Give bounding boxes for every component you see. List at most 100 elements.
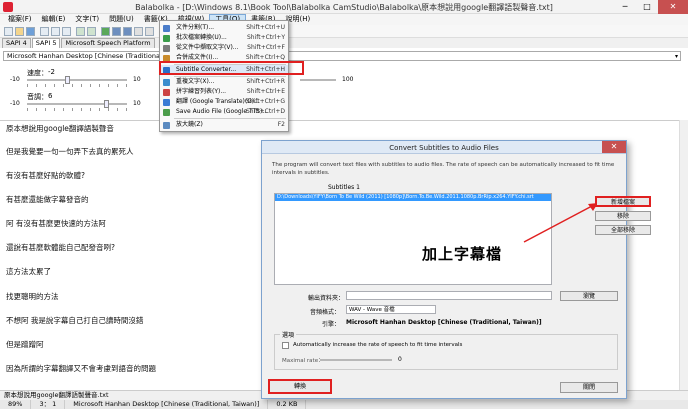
menu-edit[interactable]: 編輯(E): [37, 14, 71, 25]
add-file-button[interactable]: 新增檔案: [595, 196, 651, 207]
settings-icon[interactable]: [134, 27, 143, 36]
dialog-close-text-button[interactable]: 關閉: [560, 382, 618, 393]
menu-item-save-audio[interactable]: Save Audio File (Google TTS)... Shift+Ct…: [160, 107, 288, 117]
save-icon[interactable]: [26, 27, 35, 36]
document-tab-label: 原本想說用google翻譯語製聲音.txt: [4, 391, 109, 399]
chevron-down-icon[interactable]: ▾: [675, 53, 678, 60]
spelling-icon: [163, 89, 170, 96]
menu-item-magnifier[interactable]: 放大鏡(Z) F2: [160, 120, 288, 130]
text-line: 原本想說用google翻譯語製聲音: [6, 124, 114, 133]
remove-all-button[interactable]: 全部移除: [595, 225, 651, 235]
add-file-label: 新增檔案: [610, 199, 635, 206]
browse-button[interactable]: 瀏覽: [560, 291, 618, 301]
remove-all-label: 全部移除: [610, 227, 635, 234]
text-line: 還說有甚麼軟體能自己配發音咧?: [6, 243, 115, 252]
pitch-value: 6: [48, 92, 53, 100]
status-voice: Microsoft Hanhan Desktop [Chinese (Tradi…: [65, 400, 269, 409]
text-line: 但是蹭蹭阿: [6, 340, 44, 349]
maximize-button[interactable]: □: [636, 0, 658, 14]
volume-slider[interactable]: [300, 79, 336, 81]
copy-icon[interactable]: [51, 27, 60, 36]
maxrate-slider[interactable]: [320, 359, 392, 361]
menu-question[interactable]: 問題(U): [104, 14, 139, 25]
vertical-scrollbar[interactable]: [679, 120, 688, 390]
menu-item-extract[interactable]: 從文件中擷取文字(V)... Shift+Ctrl+F: [160, 43, 288, 53]
menu-item-translate[interactable]: 翻譯 (Google Translate)(G)... Shift+Ctrl+G: [160, 97, 288, 107]
dialog-title: Convert Subtitles to Audio Files: [389, 144, 499, 152]
pitch-slider-thumb[interactable]: [104, 100, 109, 108]
engine-value: Microsoft Hanhan Desktop [Chinese (Tradi…: [346, 319, 542, 326]
browse-label: 瀏覽: [582, 293, 595, 300]
menu-item-spelling[interactable]: 拼字練習列表(Y)... Shift+Ctrl+E: [160, 87, 288, 97]
remove-button[interactable]: 移除: [595, 211, 651, 221]
volume-max: 100: [342, 76, 354, 83]
menu-text[interactable]: 文字(T): [70, 14, 104, 25]
title-bar: Balabolka - [D:\Windows 8.1\Book Tool\Ba…: [0, 0, 688, 14]
status-bar: 89% 3： 1 Microsoft Hanhan Desktop [Chine…: [0, 400, 688, 409]
tools-menu: 文件分割(T)... Shift+Ctrl+U 批次檔案轉換(U)... Shi…: [159, 20, 289, 132]
output-folder-label: 輸出資料夾：: [308, 295, 345, 302]
convert-button[interactable]: 轉換: [268, 379, 332, 394]
rate-label: 速度：: [27, 69, 48, 77]
tab-sapi4[interactable]: SAPI 4: [2, 38, 31, 48]
open-folder-icon[interactable]: [15, 27, 24, 36]
voice-select[interactable]: Microsoft Hanhan Desktop [Chinese (Tradi…: [3, 51, 681, 61]
pitch-max: 10: [133, 100, 141, 107]
rate-min: -10: [10, 76, 20, 83]
text-line: 因為所謂的字幕翻譯又不會考慮到語音的問題: [6, 364, 156, 373]
undo-icon[interactable]: [76, 27, 85, 36]
text-line: 有甚麼還能做字幕發音的: [6, 195, 89, 204]
magnifier-icon: [163, 122, 170, 129]
list-item[interactable]: D:\Downloads\YIFY\Born To Be Wild (2011)…: [275, 194, 551, 201]
rate-max: 10: [133, 76, 141, 83]
pitch-ticks: [27, 108, 127, 111]
engine-label: 引擎：: [322, 321, 341, 328]
text-line: 有沒有甚麼好點的軟體?: [6, 171, 85, 180]
status-zoom: 89%: [0, 400, 32, 409]
text-line: 這方法太累了: [6, 267, 51, 276]
translate-icon: [163, 99, 170, 106]
convert-label: 轉換: [293, 383, 306, 390]
paste-icon[interactable]: [62, 27, 71, 36]
menu-item-batch[interactable]: 批次檔案轉換(U)... Shift+Ctrl+Y: [160, 33, 288, 43]
dialog-close-button[interactable]: ✕: [602, 141, 626, 153]
window-controls: ─ □ ✕: [614, 0, 688, 14]
pitch-slider[interactable]: [27, 103, 127, 105]
menu-item-split[interactable]: 文件分割(T)... Shift+Ctrl+U: [160, 23, 288, 33]
rate-ticks: [27, 84, 127, 87]
close-button[interactable]: ✕: [658, 0, 688, 14]
record-icon[interactable]: [145, 27, 154, 36]
maxrate-value: 0: [398, 356, 402, 363]
window-title: Balabolka - [D:\Windows 8.1\Book Tool\Ba…: [135, 3, 553, 12]
rate-slider[interactable]: [27, 79, 127, 81]
audio-icon: [163, 109, 170, 116]
play-icon[interactable]: [101, 27, 110, 36]
rate-value: -2: [48, 68, 55, 76]
tab-speech-platform[interactable]: Microsoft Speech Platform: [61, 38, 155, 48]
text-line: 阿 有沒有甚麼更快速的方法阿: [6, 219, 106, 228]
text-line: 不想阿 我是說字幕自己打自己讀時間沒錯: [6, 316, 144, 325]
cut-icon[interactable]: [40, 27, 49, 36]
close-label: 關閉: [582, 384, 595, 391]
menu-file[interactable]: 檔案(F): [3, 14, 37, 25]
text-line: 找更聰明的方法: [6, 292, 59, 301]
batch-icon: [163, 35, 170, 42]
minimize-button[interactable]: ─: [614, 0, 636, 14]
rate-slider-thumb[interactable]: [65, 76, 70, 84]
audio-format-value: WAV - Wave 音檔: [349, 307, 395, 313]
menu-item-repeat[interactable]: 重複文字(X)... Shift+Ctrl+R: [160, 77, 288, 87]
audio-format-select[interactable]: WAV - Wave 音檔: [346, 305, 436, 314]
redo-icon[interactable]: [87, 27, 96, 36]
tab-sapi5[interactable]: SAPI 5: [31, 38, 61, 48]
remove-label: 移除: [616, 213, 629, 220]
maxrate-label: Maximal rate：: [282, 358, 324, 364]
split-icon: [163, 25, 170, 32]
stop-icon[interactable]: [123, 27, 132, 36]
status-size: 0.2 KB: [268, 400, 307, 409]
pause-icon[interactable]: [112, 27, 121, 36]
auto-rate-checkbox[interactable]: [282, 342, 289, 349]
new-file-icon[interactable]: [4, 27, 13, 36]
output-folder-input[interactable]: [346, 291, 552, 300]
pitch-min: -10: [10, 100, 20, 107]
subtitle-file-list[interactable]: D:\Downloads\YIFY\Born To Be Wild (2011)…: [274, 193, 552, 285]
